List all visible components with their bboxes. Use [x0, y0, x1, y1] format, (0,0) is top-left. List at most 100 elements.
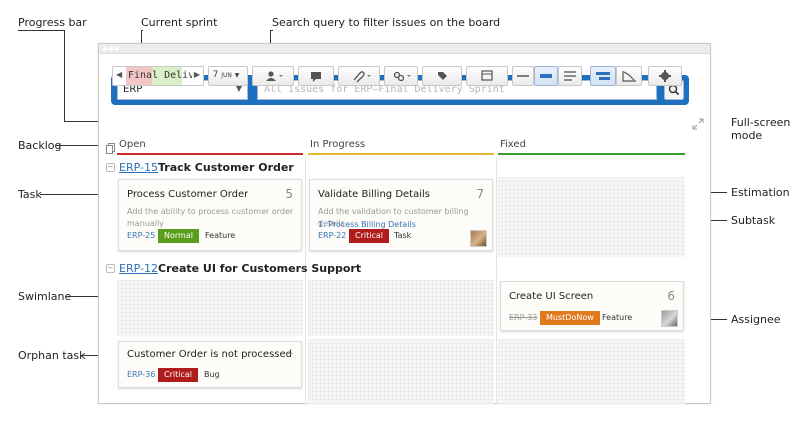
window-titlebar	[99, 44, 710, 54]
card-footer: ERP-22 Critical Task	[315, 229, 487, 243]
sprint-next-icon[interactable]: ▶	[194, 70, 200, 79]
card-estimate: –	[287, 346, 293, 360]
card-estimate: 7	[476, 187, 484, 201]
card-type: Feature	[205, 231, 236, 240]
column-separator	[496, 158, 497, 404]
comments-button[interactable]	[298, 66, 334, 86]
avatar[interactable]	[470, 230, 487, 247]
card-footer: ERP-36 Critical Bug	[124, 368, 296, 382]
fullscreen-button[interactable]	[692, 115, 704, 130]
card-issue-key[interactable]: ERP-25	[127, 231, 155, 240]
priority-badge: Critical	[349, 229, 389, 243]
leader-progress-bar-v	[64, 30, 65, 122]
date-month: JUN	[221, 72, 232, 79]
empty-cell-fixed	[498, 339, 685, 404]
leader-progress-bar	[18, 30, 64, 31]
subtask-link[interactable]: 1. Process Billing Details	[318, 220, 416, 229]
view-detailed-button[interactable]	[558, 66, 582, 86]
comment-icon	[311, 72, 321, 82]
card-title: Customer Order is not processed	[127, 349, 292, 360]
tags-button[interactable]	[422, 66, 462, 86]
gear-icon	[659, 70, 671, 82]
view-normal-button[interactable]	[534, 66, 558, 86]
tag-icon	[438, 72, 447, 80]
sprint-selector[interactable]: ◀ Final Deliv ▶	[112, 66, 204, 86]
annotation-progress-bar: Progress bar	[18, 16, 87, 29]
column-line-fixed	[498, 153, 685, 155]
empty-cell-open	[117, 280, 303, 336]
empty-cell-in-progress	[308, 339, 494, 404]
avatar[interactable]	[661, 310, 678, 327]
date-day: 7	[212, 70, 219, 80]
swimlane-title: Track Customer Order	[158, 161, 294, 174]
task-card[interactable]: Validate Billing Details 7 Add the valid…	[309, 179, 493, 251]
annotation-full-screen-mode: mode	[731, 129, 763, 142]
card-issue-key[interactable]: ERP-22	[318, 231, 346, 240]
priority-badge: Normal	[158, 229, 199, 243]
swimlane-icon	[596, 72, 610, 80]
card-issue-key[interactable]: ERP-36	[127, 370, 155, 379]
leader-swimlane	[66, 296, 102, 297]
burndown-chart-icon	[622, 71, 636, 82]
empty-cell-fixed	[498, 177, 685, 257]
expand-icon	[692, 118, 704, 130]
annotation-swimlane: Swimlane	[18, 290, 72, 303]
orphan-task-card[interactable]: Customer Order is not processed – ERP-36…	[118, 341, 302, 388]
normal-view-icon	[540, 74, 552, 78]
chevron-down-icon: ▼	[234, 72, 240, 79]
links-button[interactable]	[384, 66, 418, 86]
card-type: Bug	[204, 370, 220, 379]
detailed-view-icon	[564, 71, 576, 81]
swimlane-issue-link[interactable]: ERP-15	[119, 161, 158, 174]
link-icon	[393, 71, 411, 82]
card-description-line: Add the ability to process customer orde…	[127, 207, 294, 216]
annotation-subtask: Subtask	[731, 214, 776, 227]
card-title: Create UI Screen	[509, 291, 594, 302]
annotation-task: Task	[18, 188, 42, 201]
card-estimate: 6	[667, 289, 675, 303]
date-filter-button[interactable]: 7 JUN ▼	[208, 66, 248, 86]
backlog-button[interactable]	[106, 139, 116, 154]
swimlane-collapse-toggle[interactable]: −	[106, 264, 115, 273]
card-issue-key[interactable]: ERP-33	[509, 313, 537, 322]
column-header-in-progress: In Progress	[310, 139, 366, 150]
swimlane-title: Create UI for Customers Support	[158, 262, 362, 275]
view-compact-button[interactable]	[512, 66, 534, 86]
priority-badge: MustDoNow	[540, 311, 600, 325]
compact-view-icon	[517, 75, 529, 77]
card-footer: ERP-33 MustDoNow Feature	[506, 311, 678, 325]
swimlane-collapse-toggle[interactable]: −	[106, 163, 115, 172]
column-header-open: Open	[119, 139, 146, 150]
annotation-backlog: Backlog	[18, 139, 62, 152]
annotation-estimation: Estimation	[731, 186, 790, 199]
task-card[interactable]: Create UI Screen 6 ERP-33 MustDoNow Feat…	[500, 281, 684, 331]
swimlane-view-button[interactable]	[590, 66, 616, 86]
card-view-icon	[481, 70, 493, 81]
card-description: Add the ability to process customer orde…	[127, 206, 293, 230]
annotation-current-sprint: Current sprint	[141, 16, 218, 29]
annotation-full-screen: Full-screen	[731, 116, 791, 129]
column-line-in-progress	[308, 153, 494, 155]
paperclip-icon	[353, 71, 371, 83]
assignee-filter-button[interactable]	[252, 66, 294, 86]
annotation-search-query: Search query to filter issues on the boa…	[272, 16, 501, 29]
settings-button[interactable]	[648, 66, 682, 86]
priority-badge: Critical	[158, 368, 198, 382]
card-view-button[interactable]	[466, 66, 508, 86]
sprint-name: Final Deliv	[128, 70, 192, 81]
sprint-prev-icon[interactable]: ◀	[116, 70, 122, 79]
task-card[interactable]: Process Customer Order 5 Add the ability…	[118, 179, 302, 251]
sprint-progress-bar: Final Deliv	[126, 67, 192, 85]
attachments-button[interactable]	[338, 66, 380, 86]
backlog-icon	[106, 143, 115, 154]
card-footer: ERP-25 Normal Feature	[124, 229, 296, 243]
user-icon	[266, 71, 283, 81]
annotation-orphan-task: Orphan task	[18, 349, 86, 362]
card-type: Task	[394, 231, 412, 240]
swimlane-issue-link[interactable]: ERP-12	[119, 262, 158, 275]
card-estimate: 5	[285, 187, 293, 201]
card-title: Process Customer Order	[127, 189, 249, 200]
column-line-open	[117, 153, 303, 155]
column-separator	[305, 158, 306, 404]
burndown-button[interactable]	[616, 66, 642, 86]
